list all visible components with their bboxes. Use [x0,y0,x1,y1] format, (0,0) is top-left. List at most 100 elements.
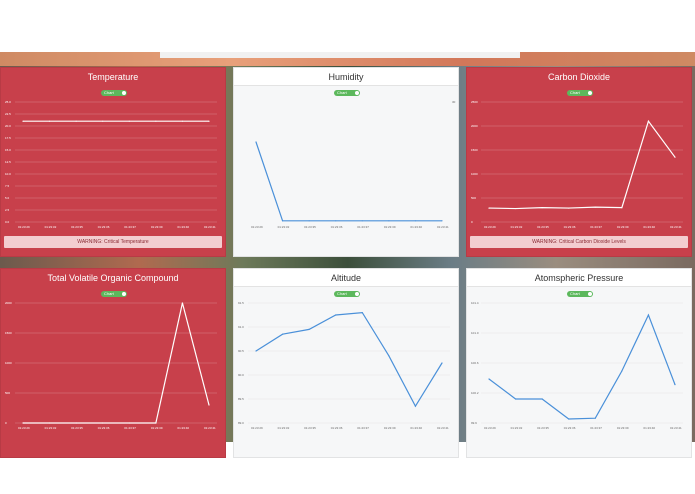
y-tick-label: 22.5 [5,112,11,116]
card-title: Total Volatile Organic Compound [47,273,179,283]
card-altitude: Altitude Chart 91.5 91.0 90.5 90.0 89.5 89.0 01:… [233,268,459,458]
data-point [594,417,596,419]
x-tick-label: 01:23:32 [278,426,290,430]
x-tick-label: 01:23:29 [251,426,263,430]
y-tick-label: 500 [5,391,10,395]
x-tick-label: 01:23:32 [278,225,290,229]
series-line [255,311,443,408]
data-point [75,422,77,424]
y-tick-label: 10.0 [5,172,11,176]
line-chart: 30 01:23:29 01:23:32 01:23:35 01:23:36 01:23:… [251,100,456,229]
line-chart: 2500 2000 1500 1000 500 0 01:23:29 01:23:32 01:2… [471,100,683,229]
y-tick-label: 12.5 [5,160,11,164]
x-tick-label: 01:23:37 [590,426,602,430]
line-chart: 2000 1500 1000 500 0 01:23:29 01:23:32 01:23:35… [5,301,217,430]
x-tick-label: 01:23:41 [437,426,449,430]
y-tick-label: 100.6 [471,361,479,365]
data-point [128,120,130,122]
data-point [388,220,390,222]
data-point [255,350,257,352]
toggle-knob [588,91,592,95]
y-tick-label: 99.9 [471,421,477,425]
x-tick-label: 01:23:29 [484,426,496,430]
card-title: Temperature [87,72,139,82]
data-point [621,207,623,209]
data-point [594,206,596,208]
data-point [208,120,210,122]
card-title: Carbon Dioxide [547,72,611,82]
y-tick-label: 90.5 [238,349,244,353]
x-tick-label: 01:23:35 [537,426,549,430]
data-point [568,207,570,209]
y-tick-label: 1000 [5,361,12,365]
x-tick-label: 01:23:35 [304,426,316,430]
data-point [414,405,417,407]
x-tick-label: 01:23:39 [151,426,163,430]
x-tick-label: 01:23:40 [410,426,422,430]
data-point [674,156,676,158]
x-tick-label: 01:23:40 [643,225,655,229]
y-tick-label: 89.0 [238,421,244,425]
line-chart: 101.4 101.0 100.6 100.2 99.9 01:23:29 01:23:32… [471,301,683,430]
y-tick-label: 101.4 [471,301,479,305]
x-tick-label: 01:23:37 [357,426,369,430]
line-chart: 91.5 91.0 90.5 90.0 89.5 89.0 01:23:29 01:23:32… [238,301,450,430]
x-tick-label: 01:23:35 [304,225,316,229]
line-chart: 25.0 22.5 20.0 17.5 15.0 12.5 10.0 7.5 5.0 2.5 0.0… [5,100,217,229]
x-tick-label: 01:23:39 [384,426,396,430]
data-point [308,328,310,330]
x-tick-label: 01:23:41 [437,225,449,229]
x-tick-label: 01:23:37 [124,225,136,229]
data-point [361,220,363,222]
y-tick-label: 89.5 [238,397,244,401]
x-tick-label: 01:23:40 [177,225,189,229]
data-point [568,418,570,420]
x-tick-label: 01:23:36 [564,426,576,430]
x-tick-label: 01:23:41 [670,426,682,430]
data-point [281,220,284,222]
x-tick-label: 01:23:36 [98,426,110,430]
toggle-knob [355,91,359,95]
card-title: Altitude [330,273,362,283]
x-tick-label: 01:23:32 [45,225,57,229]
card-temperature: Temperature Chart 25.0 22.5 20.0 17.5 15.0 12.5… [0,67,226,257]
x-tick-label: 01:23:35 [537,225,549,229]
data-point [621,370,623,372]
y-tick-label: 1500 [471,148,478,152]
y-tick-label: 0 [5,421,7,425]
x-tick-label: 01:23:32 [45,426,57,430]
y-tick-label: 2.5 [5,208,10,212]
y-tick-label: 1500 [5,331,12,335]
card-pressure: Atomspheric Pressure Chart 101.4 101.0 100.6… [466,268,692,458]
card-tvoc: Total Volatile Organic Compound Chart 2000… [0,268,226,458]
x-tick-label: 01:23:36 [331,225,343,229]
y-tick-label: 1000 [471,172,478,176]
data-point [414,220,417,222]
y-tick-label: 2000 [471,124,478,128]
x-tick-label: 01:23:37 [124,426,136,430]
top-bar [160,52,520,58]
x-tick-label: 01:23:39 [617,426,629,430]
x-tick-label: 01:23:32 [511,426,523,430]
data-point [441,362,443,364]
toggle-knob [122,91,126,95]
data-point [102,422,104,424]
y-tick-label: 17.5 [5,136,11,140]
y-tick-label: 20.0 [5,124,11,128]
x-tick-label: 01:23:41 [204,426,216,430]
x-tick-label: 01:23:29 [18,225,30,229]
card-title: Atomspheric Pressure [534,273,624,283]
data-point [388,355,390,357]
data-point [22,120,24,122]
data-point [541,207,543,209]
data-point [281,333,284,335]
series-line [488,119,676,210]
data-point [181,302,184,304]
x-tick-label: 01:23:36 [564,225,576,229]
y-tick-label: 15.0 [5,148,11,152]
y-tick-label: 25.0 [5,100,11,104]
data-point [335,314,337,316]
y-tick-label: 5.0 [5,196,10,200]
data-point [647,120,650,122]
x-tick-label: 01:23:39 [384,225,396,229]
